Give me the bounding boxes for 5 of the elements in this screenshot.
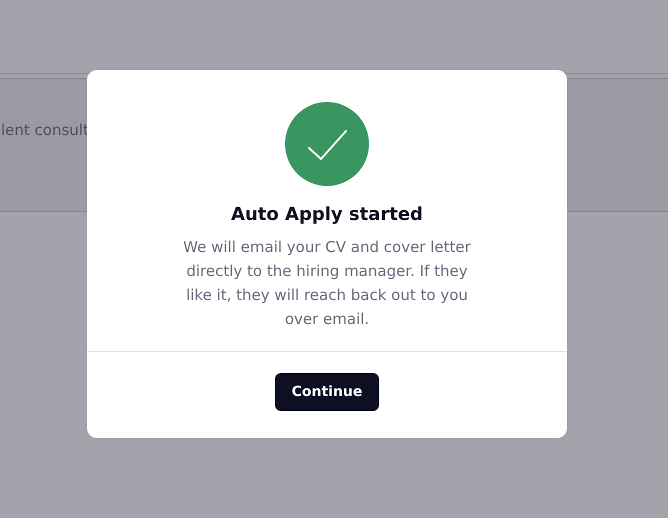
dialog-message: We will email your CV and cover letter directly to the hiring manager. If they like it, they will reach back out to you over email. [182, 237, 472, 330]
checkmark-icon [285, 102, 369, 186]
continue-button[interactable]: Continue [274, 373, 380, 411]
row-text: lent consult [0, 121, 89, 139]
dialog-title: Auto Apply started [231, 204, 423, 225]
